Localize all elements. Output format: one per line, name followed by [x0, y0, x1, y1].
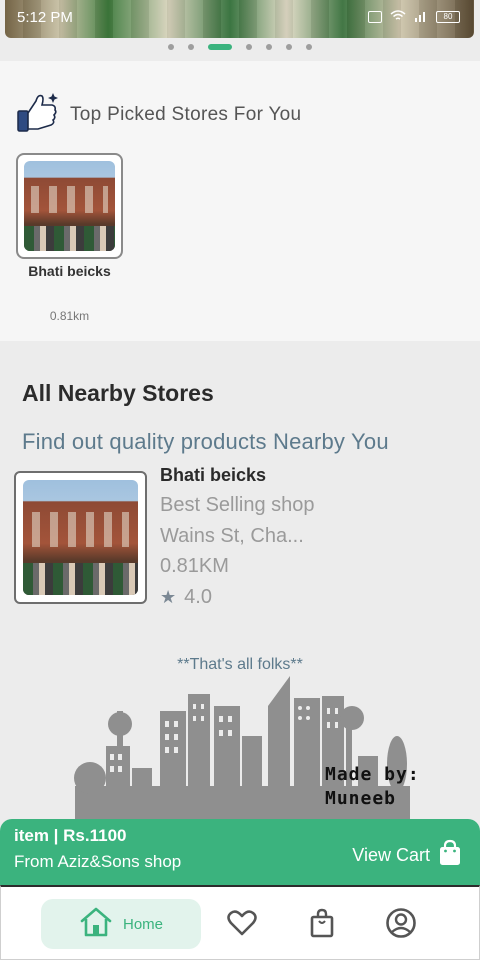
carousel-dot[interactable]: [188, 44, 194, 50]
nearby-store-rating: ★ 4.0: [160, 586, 212, 609]
store-photo: [23, 480, 138, 595]
nav-cart-tab[interactable]: [306, 908, 338, 943]
nav-home-label: Home: [122, 915, 163, 933]
nearby-store-name[interactable]: Bhati beicks: [160, 465, 266, 486]
thumbs-up-icon: [16, 91, 60, 138]
nearby-title: All Nearby Stores: [22, 380, 214, 406]
view-cart-button[interactable]: View Cart: [352, 839, 462, 872]
carousel-dot[interactable]: [246, 44, 252, 50]
signal-icon: [414, 10, 428, 25]
carousel-dot[interactable]: [168, 44, 174, 50]
made-by-credit: Made by: Muneeb: [325, 763, 420, 811]
top-picked-header: Top Picked Stores For You: [16, 91, 301, 138]
carousel-dot[interactable]: [208, 44, 232, 50]
top-store-name: Bhati beicks: [28, 263, 111, 279]
nav-profile-tab[interactable]: [385, 907, 417, 944]
carousel-indicator[interactable]: [0, 44, 480, 50]
user-circle-icon: [385, 907, 417, 944]
status-time: 5:12 PM: [17, 8, 73, 26]
top-store-card[interactable]: [16, 153, 123, 259]
wifi-icon: [390, 9, 406, 25]
battery-icon: 80: [436, 11, 460, 23]
top-store-distance: 0.81km: [49, 309, 90, 323]
home-icon: [79, 906, 113, 943]
cart-item-summary: item | Rs.1100: [14, 826, 127, 845]
view-cart-label: View Cart: [352, 845, 430, 865]
carousel-dot[interactable]: [286, 44, 292, 50]
nav-favorites-tab[interactable]: [226, 909, 258, 941]
shopping-bag-icon: [438, 839, 462, 872]
shopping-bag-icon: [310, 908, 334, 943]
nearby-store-description: Best Selling shop: [160, 494, 315, 516]
cart-shop-text: From Aziz&Sons shop: [14, 852, 182, 871]
bottom-navigation: Home: [0, 885, 480, 960]
cart-summary-bar[interactable]: item | Rs.1100 From Aziz&Sons shop View …: [0, 819, 480, 885]
heart-icon: [227, 909, 257, 942]
made-by-author: Muneeb: [325, 788, 397, 809]
status-icons: 80: [368, 9, 460, 25]
carousel-dot[interactable]: [306, 44, 312, 50]
top-picked-section: Top Picked Stores For You Bhati beicks 0…: [0, 61, 480, 341]
rating-value: 4.0: [184, 586, 212, 608]
store-photo: [24, 161, 115, 251]
status-bar: 5:12 PM 80: [5, 4, 474, 30]
star-icon: ★: [160, 587, 177, 607]
alarm-icon: [368, 11, 382, 23]
nearby-store-card[interactable]: [14, 471, 147, 604]
nav-home-tab[interactable]: Home: [41, 899, 201, 949]
carousel-dot[interactable]: [266, 44, 272, 50]
nearby-subtitle: Find out quality products Nearby You: [22, 429, 389, 454]
end-of-list-note: **That's all folks**: [177, 656, 303, 673]
top-picked-title: Top Picked Stores For You: [70, 103, 302, 125]
nearby-store-address: Wains St, Cha...: [160, 525, 304, 547]
nearby-store-distance: 0.81KM: [160, 555, 229, 577]
made-by-label: Made by:: [325, 764, 420, 785]
